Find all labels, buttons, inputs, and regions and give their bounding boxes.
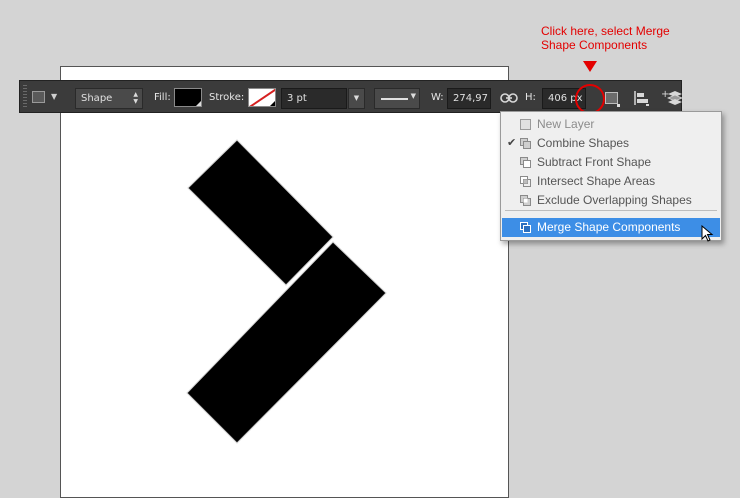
menu-item-new-layer[interactable]: New Layer (502, 115, 720, 134)
menu-item-exclude-overlapping-shapes[interactable]: Exclude Overlapping Shapes (502, 191, 720, 210)
checkmark-icon: ✔ (507, 137, 517, 149)
mouse-cursor-icon (701, 225, 714, 242)
swatch-menu-icon (196, 101, 201, 106)
instruction-callout: Click here, select Merge Shape Component… (541, 24, 670, 52)
menu-item-combine-shapes[interactable]: ✔ Combine Shapes (502, 134, 720, 153)
shape-layer[interactable] (61, 67, 508, 497)
menu-item-label: Merge Shape Components (537, 220, 681, 234)
menu-item-intersect-shape-areas[interactable]: Intersect Shape Areas (502, 172, 720, 191)
stroke-width-field[interactable]: 3 pt (281, 88, 347, 109)
rectangle-tool-icon[interactable] (32, 91, 45, 103)
toolbar-grip[interactable] (23, 85, 27, 109)
path-operations-icon (605, 92, 618, 104)
menu-separator (505, 210, 717, 211)
tool-mode-value: Shape (81, 93, 113, 104)
callout-line-2: Shape Components (541, 38, 648, 52)
stroke-type-select[interactable]: ▼ (374, 88, 420, 109)
width-label: W: (431, 92, 444, 103)
subtract-front-shape-icon (520, 157, 531, 168)
tool-preset-caret-icon[interactable]: ▼ (51, 92, 57, 101)
combine-shapes-icon (520, 138, 531, 149)
path-alignment-icon[interactable] (632, 89, 650, 107)
dropdown-dot-icon (617, 104, 620, 107)
menu-item-label: New Layer (537, 117, 595, 131)
chevron-down-icon: ▼ (410, 92, 416, 100)
menu-item-label: Subtract Front Shape (537, 155, 652, 169)
intersect-shape-areas-icon (520, 176, 531, 187)
fill-color-swatch[interactable] (174, 88, 202, 107)
updown-arrows-icon: ▲ ▼ (133, 91, 138, 105)
merge-shape-components-icon (520, 222, 531, 233)
menu-item-label: Intersect Shape Areas (537, 174, 656, 188)
stroke-width-dropdown[interactable]: ▼ (348, 88, 365, 109)
callout-arrow-icon (583, 61, 597, 72)
highlight-ring (575, 84, 605, 114)
tool-mode-select[interactable]: Shape ▲ ▼ (75, 88, 143, 109)
path-arrangement-icon[interactable]: + (660, 87, 684, 109)
path-operations-menu: New Layer ✔ Combine Shapes Subtract Fron… (500, 111, 722, 241)
link-icon[interactable] (500, 90, 518, 106)
menu-item-label: Exclude Overlapping Shapes (537, 193, 692, 207)
menu-item-label: Combine Shapes (537, 136, 630, 150)
document-canvas[interactable] (60, 66, 509, 498)
callout-line-1: Click here, select Merge (541, 24, 670, 38)
new-layer-icon (520, 119, 531, 130)
swatch-menu-icon (270, 101, 275, 106)
height-label: H: (525, 92, 536, 103)
menu-item-subtract-front-shape[interactable]: Subtract Front Shape (502, 153, 720, 172)
width-field[interactable]: 274,97 px (447, 88, 491, 109)
fill-label: Fill: (154, 92, 171, 103)
menu-item-merge-shape-components[interactable]: Merge Shape Components (502, 218, 720, 237)
exclude-overlapping-shapes-icon (520, 195, 531, 206)
stroke-label: Stroke: (209, 92, 245, 103)
stroke-color-swatch[interactable] (248, 88, 276, 107)
upper-rectangle-shape[interactable] (187, 139, 334, 286)
